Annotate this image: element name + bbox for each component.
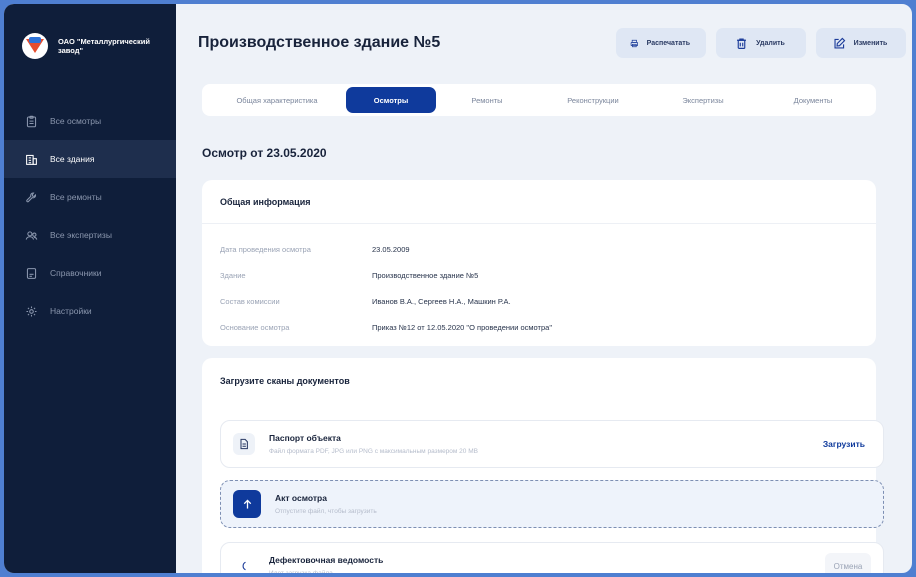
app-window: ОАО "Металлургический завод" Все осмотры… (0, 0, 916, 577)
upload-title: Акт осмотра (275, 493, 327, 503)
delete-button[interactable]: Удалить (716, 28, 806, 58)
clipboard-icon (24, 114, 38, 128)
upload-subtitle: Файл формата PDF, JPG или PNG с максимал… (269, 448, 478, 455)
print-label: Распечатать (646, 39, 690, 47)
info-row: Основание осмотра Приказ №12 от 12.05.20… (220, 314, 876, 340)
main-content: Производственное здание №5 Распечатать У… (176, 4, 912, 573)
loading-spinner-icon (233, 555, 255, 573)
upload-item-defects: Дефектовочная ведомость Идет загрузка фа… (220, 542, 884, 577)
info-value: Приказ №12 от 12.05.2020 "О проведении о… (372, 322, 552, 332)
sidebar-item-label: Все ремонты (50, 192, 102, 202)
sidebar-item-settings[interactable]: Настройки (4, 292, 176, 330)
info-row: Дата проведения осмотра 23.05.2009 (220, 236, 876, 262)
header-actions: Распечатать Удалить Изменить (616, 28, 906, 58)
upload-arrow-icon (233, 490, 261, 518)
info-value: Иванов В.А., Сергеев Н.А., Машкин Р.А. (372, 296, 511, 306)
people-icon (24, 228, 38, 242)
upload-dropzone-act[interactable]: Акт осмотра Отпустите файл, чтобы загруз… (220, 480, 884, 528)
sidebar-item-label: Справочники (50, 268, 102, 278)
tab-documents[interactable]: Документы (758, 87, 868, 113)
sidebar: ОАО "Металлургический завод" Все осмотры… (4, 4, 176, 573)
upload-button[interactable]: Загрузить (823, 439, 865, 449)
upload-title: Паспорт объекта (269, 433, 341, 443)
upload-title: Дефектовочная ведомость (269, 555, 384, 565)
sidebar-item-label: Все здания (50, 154, 95, 164)
edit-icon (834, 37, 845, 49)
print-button[interactable]: Распечатать (616, 28, 706, 58)
tab-general[interactable]: Общая характеристика (208, 87, 346, 113)
book-icon (24, 266, 38, 280)
info-value: 23.05.2009 (372, 244, 410, 254)
upload-subtitle: Отпустите файл, чтобы загрузить (275, 508, 377, 515)
tab-bar: Общая характеристика Осмотры Ремонты Рек… (202, 84, 876, 116)
general-info-card: Общая информация Дата проведения осмотра… (202, 180, 876, 346)
info-label: Состав комиссии (220, 296, 280, 306)
info-row: Состав комиссии Иванов В.А., Сергеев Н.А… (220, 288, 876, 314)
brand: ОАО "Металлургический завод" (4, 4, 176, 64)
sidebar-item-buildings[interactable]: Все здания (4, 140, 176, 178)
sidebar-nav: Все осмотры Все здания Все ремонты Все э… (4, 102, 176, 330)
cancel-upload-button[interactable]: Отмена (825, 553, 871, 573)
company-name: ОАО "Металлургический завод" (58, 36, 150, 55)
wrench-icon (24, 190, 38, 204)
card-title: Общая информация (202, 180, 876, 224)
edit-button[interactable]: Изменить (816, 28, 906, 58)
edit-label: Изменить (853, 39, 888, 47)
document-icon (233, 433, 255, 455)
printer-icon (630, 39, 638, 47)
inspection-title: Осмотр от 23.05.2020 (202, 146, 327, 160)
sidebar-item-repairs[interactable]: Все ремонты (4, 178, 176, 216)
upload-subtitle: Идет загрузка файла (269, 570, 333, 577)
upload-item-passport: Паспорт объекта Файл формата PDF, JPG ил… (220, 420, 884, 468)
info-value: Производственное здание №5 (372, 270, 479, 280)
sidebar-item-label: Все экспертизы (50, 230, 112, 240)
company-logo (22, 33, 48, 59)
trash-icon (737, 37, 747, 49)
building-icon (24, 152, 38, 166)
sidebar-item-label: Настройки (50, 306, 92, 316)
info-label: Здание (220, 270, 246, 280)
sidebar-item-expertise[interactable]: Все экспертизы (4, 216, 176, 254)
tab-repairs[interactable]: Ремонты (436, 87, 538, 113)
upload-card: Загрузите сканы документов Паспорт объек… (202, 358, 884, 573)
delete-label: Удалить (756, 39, 785, 47)
info-label: Дата проведения осмотра (220, 244, 311, 254)
card-title: Загрузите сканы документов (220, 376, 350, 386)
tab-reconstructions[interactable]: Реконструкции (538, 87, 648, 113)
sidebar-item-inspections[interactable]: Все осмотры (4, 102, 176, 140)
info-label: Основание осмотра (220, 322, 290, 332)
sidebar-item-reference[interactable]: Справочники (4, 254, 176, 292)
tab-inspections[interactable]: Осмотры (346, 87, 436, 113)
info-row: Здание Производственное здание №5 (220, 262, 876, 288)
sidebar-item-label: Все осмотры (50, 116, 102, 126)
page-title: Производственное здание №5 (198, 34, 441, 51)
gear-icon (24, 304, 38, 318)
tab-expertise[interactable]: Экспертизы (648, 87, 758, 113)
